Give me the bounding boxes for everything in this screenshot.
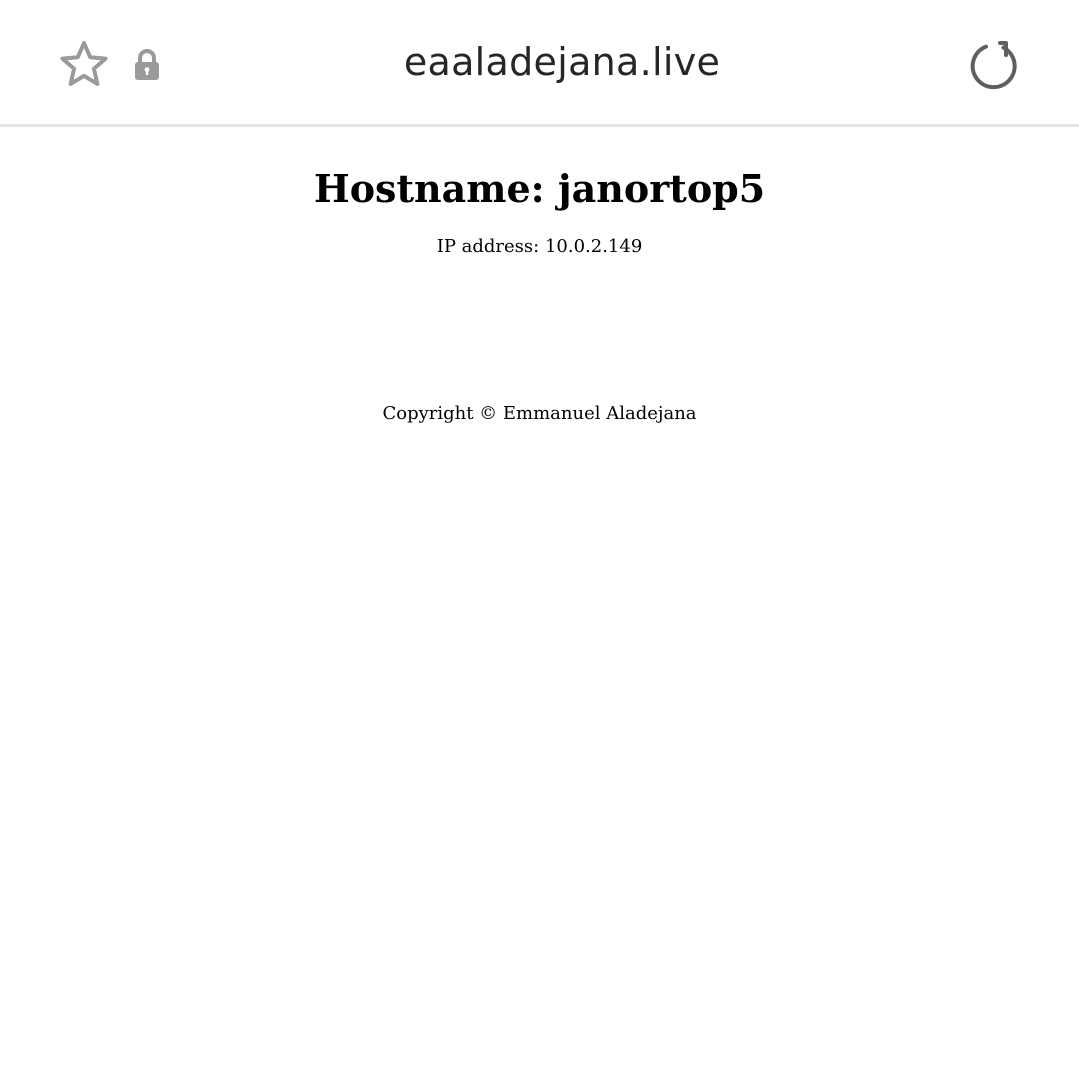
- ip-address-text: IP address: 10.0.2.149: [436, 236, 643, 257]
- address-bar-url[interactable]: eaaladejana.live: [300, 0, 824, 124]
- star-icon: [60, 41, 108, 86]
- bookmark-star-button[interactable]: [56, 38, 112, 92]
- reload-icon: [970, 41, 1017, 90]
- hostname-heading: Hostname: janortop5: [313, 166, 766, 211]
- reload-button[interactable]: [964, 36, 1024, 94]
- copyright-footer: Copyright © Emmanuel Aladejana: [382, 403, 697, 424]
- lock-icon[interactable]: [131, 46, 163, 84]
- browser-toolbar: eaaladejana.live: [0, 0, 1079, 127]
- page-content: Hostname: janortop5 IP address: 10.0.2.1…: [0, 127, 1079, 259]
